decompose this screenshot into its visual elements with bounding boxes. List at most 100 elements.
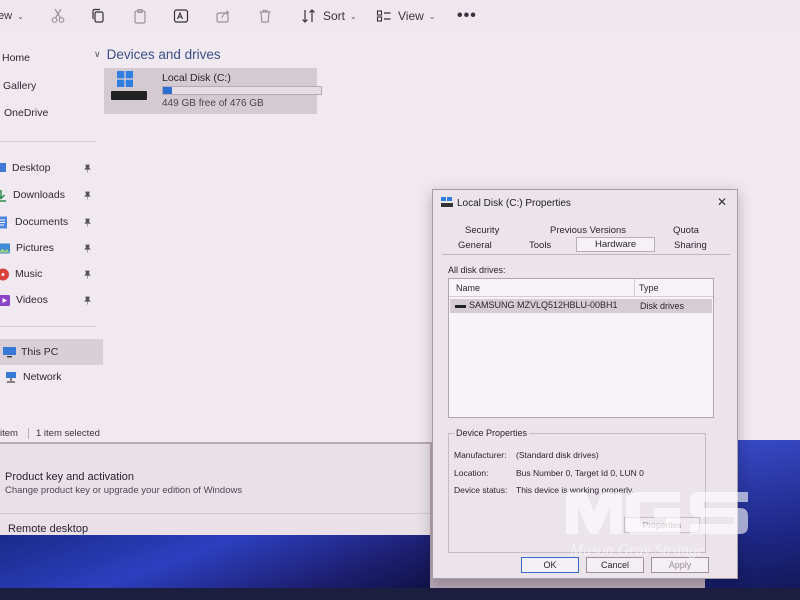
downloads-icon xyxy=(0,189,6,202)
sidebar-item-this-pc[interactable]: This PC xyxy=(0,339,103,365)
close-button[interactable]: ✕ xyxy=(717,195,727,209)
location-label: Location: xyxy=(454,468,489,478)
selection-count: 1 item selected xyxy=(36,428,100,439)
remote-desktop-link[interactable]: Remote desktop xyxy=(8,523,88,535)
drive-usage-bar xyxy=(162,86,322,95)
sort-button[interactable]: Sort ⌄ xyxy=(301,5,357,27)
table-row[interactable]: SAMSUNG MZVLQ512HBLU-00BH1 Disk drives xyxy=(450,299,712,313)
more-options-button[interactable]: ••• xyxy=(457,5,477,27)
music-icon xyxy=(0,268,9,280)
sort-icon xyxy=(302,9,315,23)
sidebar-item-label: Music xyxy=(15,268,43,280)
cancel-button[interactable]: Cancel xyxy=(586,557,644,573)
drive-free-space: 449 GB free of 476 GB xyxy=(162,98,264,109)
sidebar-item-label: Desktop xyxy=(12,162,51,174)
share-button[interactable] xyxy=(215,5,231,27)
documents-icon xyxy=(0,216,7,228)
status-divider xyxy=(28,428,29,439)
copy-button[interactable] xyxy=(90,5,106,27)
properties-button[interactable]: Properties xyxy=(624,517,700,533)
sidebar-item-gallery[interactable]: Gallery xyxy=(0,75,100,97)
tab-tools[interactable]: Tools xyxy=(529,240,551,251)
sidebar-item-onedrive[interactable]: OneDrive xyxy=(0,102,100,124)
delete-button[interactable] xyxy=(257,5,273,27)
desktop-icon xyxy=(0,162,6,172)
paste-button[interactable] xyxy=(132,5,148,27)
sidebar-item-desktop[interactable]: Desktop xyxy=(0,157,100,179)
column-divider xyxy=(634,279,635,297)
sidebar-item-network[interactable]: Network xyxy=(0,366,100,388)
taskbar xyxy=(0,588,800,600)
navigation-pane: Home Gallery OneDrive Desktop Downloads … xyxy=(0,42,104,442)
product-key-title[interactable]: Product key and activation xyxy=(5,471,134,483)
new-menu-partial[interactable]: ew ⌄ xyxy=(0,5,24,27)
dialog-title: Local Disk (C:) Properties xyxy=(457,198,571,209)
location-value: Bus Number 0, Target Id 0, LUN 0 xyxy=(516,468,644,478)
close-icon: ✕ xyxy=(716,195,727,209)
apply-button[interactable]: Apply xyxy=(651,557,709,573)
section-header[interactable]: ∨ Devices and drives xyxy=(94,47,221,62)
all-disk-drives-label: All disk drives: xyxy=(448,265,506,275)
view-label: View xyxy=(398,9,424,23)
sort-label: Sort xyxy=(323,9,346,23)
sidebar-item-downloads[interactable]: Downloads xyxy=(0,184,100,206)
disk-drive-list[interactable]: Name Type SAMSUNG MZVLQ512HBLU-00BH1 Dis… xyxy=(448,278,714,418)
sidebar-item-label: Gallery xyxy=(3,80,37,92)
sidebar-item-label: OneDrive xyxy=(4,107,49,119)
cut-button[interactable] xyxy=(50,5,66,27)
command-bar: ew ⌄ Sort ⌄ View ⌄ ••• xyxy=(0,0,800,32)
tab-quota[interactable]: Quota xyxy=(673,225,699,236)
new-menu-label: ew xyxy=(0,10,13,22)
manufacturer-label: Manufacturer: xyxy=(454,450,507,460)
chevron-down-icon: ∨ xyxy=(94,49,101,59)
rename-button[interactable] xyxy=(173,5,189,27)
rename-icon xyxy=(173,9,189,23)
sidebar-divider xyxy=(0,141,96,142)
column-header-type[interactable]: Type xyxy=(639,283,659,293)
share-icon xyxy=(216,10,230,23)
pictures-icon xyxy=(0,243,10,253)
tab-hardware[interactable]: Hardware xyxy=(576,237,656,252)
this-pc-icon xyxy=(3,346,16,357)
settings-divider xyxy=(0,513,430,514)
section-title: Devices and drives xyxy=(106,47,221,62)
more-icon: ••• xyxy=(457,7,477,24)
sidebar-item-videos[interactable]: Videos xyxy=(0,289,100,311)
list-header: Name Type xyxy=(449,279,713,297)
view-button[interactable]: View ⌄ xyxy=(376,5,436,27)
device-status-value: This device is working properly. xyxy=(516,485,634,495)
sidebar-item-documents[interactable]: Documents xyxy=(0,211,100,233)
ok-button[interactable]: OK xyxy=(521,557,579,573)
chevron-down-icon: ⌄ xyxy=(428,11,436,21)
pin-icon xyxy=(84,191,91,200)
tab-general[interactable]: General xyxy=(458,240,492,251)
tab-sharing[interactable]: Sharing xyxy=(674,240,707,251)
disk-drive-icon xyxy=(455,305,466,308)
device-properties-group: Device Properties Manufacturer: (Standar… xyxy=(448,428,706,553)
chevron-down-icon: ⌄ xyxy=(17,11,24,21)
paste-icon xyxy=(134,9,146,24)
hard-drive-icon xyxy=(111,91,147,100)
tab-previous-versions[interactable]: Previous Versions xyxy=(550,225,626,236)
videos-icon xyxy=(0,294,10,306)
sidebar-item-pictures[interactable]: Pictures xyxy=(0,237,100,259)
row-name: SAMSUNG MZVLQ512HBLU-00BH1 xyxy=(469,300,618,310)
sidebar-divider xyxy=(0,326,96,327)
properties-dialog: Local Disk (C:) Properties ✕ Security Pr… xyxy=(432,189,738,579)
sidebar-item-home[interactable]: Home xyxy=(0,47,100,69)
windows-logo-icon xyxy=(117,71,133,87)
sidebar-item-label: Downloads xyxy=(13,189,65,201)
item-count: item xyxy=(0,428,18,439)
cut-icon xyxy=(51,8,65,23)
copy-icon xyxy=(92,8,104,23)
drive-tile-c[interactable]: Local Disk (C:) 449 GB free of 476 GB xyxy=(104,68,322,114)
column-header-name[interactable]: Name xyxy=(456,283,480,293)
tab-security[interactable]: Security xyxy=(465,225,499,236)
view-icon xyxy=(376,10,391,22)
sidebar-item-music[interactable]: Music xyxy=(0,263,100,285)
pin-icon xyxy=(84,296,91,305)
drive-name: Local Disk (C:) xyxy=(162,72,231,84)
status-bar: item 1 item selected xyxy=(0,426,430,442)
sidebar-item-label: Network xyxy=(23,371,62,383)
device-properties-title: Device Properties xyxy=(454,428,530,438)
